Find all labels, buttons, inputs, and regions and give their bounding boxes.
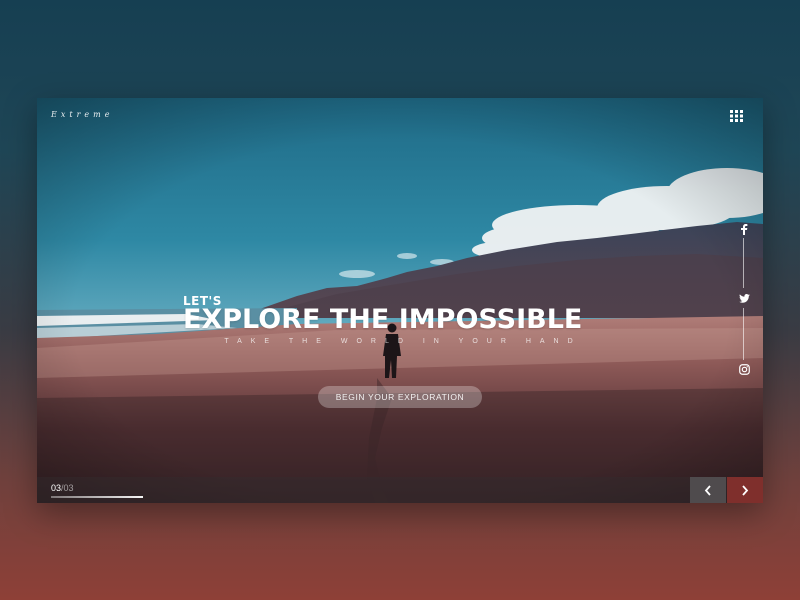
slide-counter: 03/03 (51, 483, 74, 493)
hero-background-image (37, 98, 763, 503)
brand-logo[interactable]: Extreme (51, 110, 113, 119)
next-slide-button[interactable] (727, 477, 763, 503)
facebook-icon[interactable] (737, 222, 751, 236)
chevron-left-icon (704, 484, 711, 496)
slide-total: /03 (61, 483, 74, 493)
slide-current: 03 (51, 483, 62, 493)
instagram-icon[interactable] (737, 362, 751, 376)
social-divider (743, 238, 744, 288)
slide-progress-bar (51, 496, 143, 498)
slide-progress-fill (51, 496, 143, 498)
begin-exploration-button[interactable]: BEGIN YOUR EXPLORATION (318, 386, 482, 408)
grid-menu-icon[interactable] (730, 109, 744, 122)
previous-slide-button[interactable] (690, 477, 726, 503)
chevron-right-icon (742, 484, 749, 496)
twitter-icon[interactable] (737, 291, 751, 305)
slider-controls-bar: 03/03 (37, 477, 763, 503)
hero-slider: Extreme LET'S EXPLORE THE IMPOSSIBLE TAK… (37, 98, 763, 503)
social-divider (743, 308, 744, 360)
hero-subtitle: TAKE THE WORLD IN YOUR HAND (224, 338, 582, 345)
hero-title: EXPLORE THE IMPOSSIBLE (183, 304, 583, 335)
social-links (737, 222, 751, 382)
